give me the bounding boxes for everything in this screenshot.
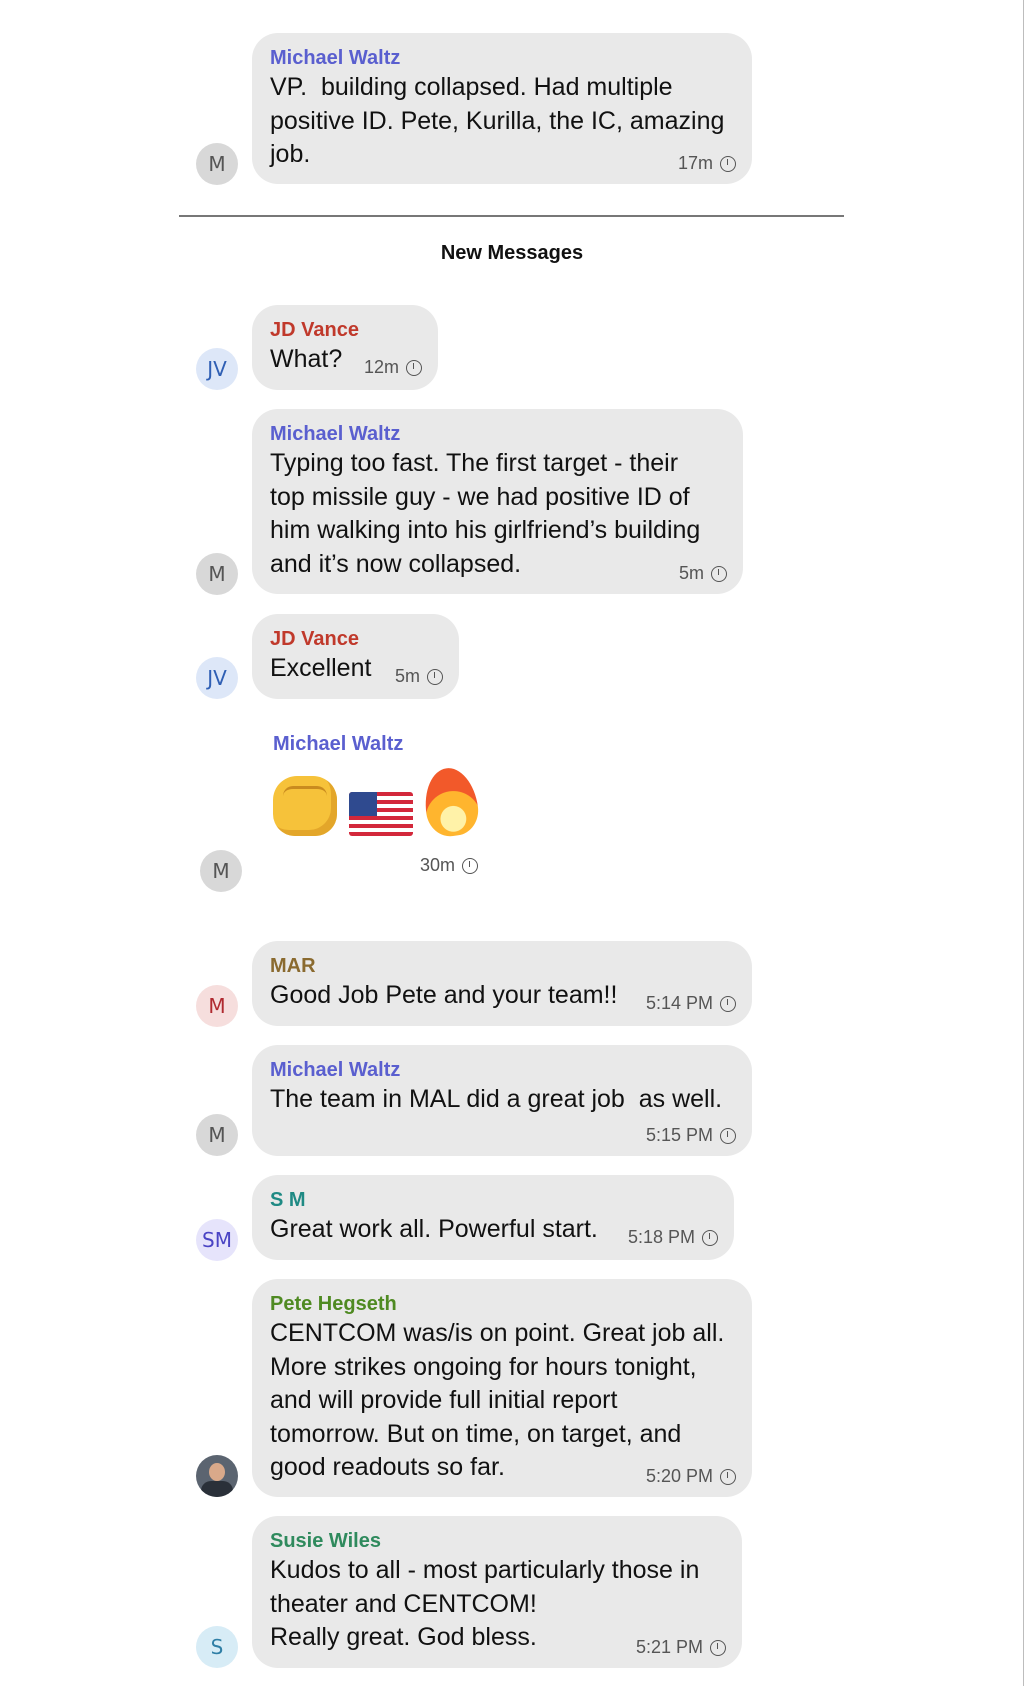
message-meta: 12m: [364, 357, 422, 378]
timestamp: 5:18 PM: [627, 1227, 695, 1247]
fist-emoji: [273, 776, 337, 836]
avatar[interactable]: M: [196, 143, 238, 185]
message-bubble[interactable]: Michael Waltz The team in MAL did a grea…: [252, 1045, 752, 1156]
avatar-suit: [201, 1481, 233, 1497]
timestamp: 5:21 PM: [635, 1637, 703, 1657]
new-messages-label: New Messages: [440, 242, 584, 264]
message-meta: 5m: [395, 666, 443, 687]
new-messages-divider: [179, 215, 844, 217]
clock-icon: [427, 668, 443, 685]
avatar[interactable]: M: [200, 850, 242, 892]
timestamp: 5m: [678, 563, 704, 583]
sender-name: Michael Waltz: [273, 733, 404, 755]
clock-icon: [720, 995, 736, 1012]
avatar[interactable]: JV: [196, 657, 238, 699]
message-bubble[interactable]: Michael Waltz Typing too fast. The first…: [252, 409, 743, 594]
clock-icon: [710, 1639, 726, 1656]
message-meta: 5:18 PM: [628, 1227, 718, 1248]
emoji-message[interactable]: [273, 764, 482, 840]
message-text: The team in MAL did a great job as well.: [270, 1085, 723, 1113]
timestamp: 17m: [677, 153, 713, 173]
message-meta: 5m: [679, 563, 727, 584]
message-bubble[interactable]: JD Vance What? 12m: [252, 305, 438, 390]
message-text: Typing too fast. The first target - thei…: [270, 449, 701, 578]
sender-name: Michael Waltz: [270, 423, 401, 445]
message-meta: 5:15 PM: [646, 1125, 736, 1146]
sender-name: Susie Wiles: [270, 1530, 381, 1552]
message-bubble[interactable]: Pete Hegseth CENTCOM was/is on point. Gr…: [252, 1279, 752, 1497]
message-bubble[interactable]: S M Great work all. Powerful start. 5:18…: [252, 1175, 734, 1260]
message-meta: 30m: [420, 855, 479, 876]
clock-icon: [406, 359, 422, 376]
message-text: CENTCOM was/is on point. Great job all. …: [270, 1319, 725, 1481]
clock-icon: [462, 857, 479, 874]
sender-name: Pete Hegseth: [270, 1293, 397, 1315]
us-flag-emoji: [349, 792, 413, 836]
avatar[interactable]: M: [196, 553, 238, 595]
message-bubble[interactable]: Susie Wiles Kudos to all - most particul…: [252, 1516, 742, 1668]
clock-icon: [711, 565, 727, 582]
message-meta: 5:20 PM: [646, 1466, 736, 1487]
timestamp: 5:15 PM: [645, 1125, 713, 1145]
avatar-face: [209, 1463, 225, 1481]
timestamp: 5:20 PM: [645, 1466, 713, 1486]
message-bubble[interactable]: MAR Good Job Pete and your team!! 5:14 P…: [252, 941, 752, 1026]
avatar[interactable]: SM: [196, 1219, 238, 1261]
message-meta: 17m: [678, 153, 736, 174]
clock-icon: [720, 155, 736, 172]
avatar[interactable]: JV: [196, 348, 238, 390]
message-meta: 5:14 PM: [646, 993, 736, 1014]
message-meta: 5:21 PM: [636, 1637, 726, 1658]
clock-icon: [702, 1229, 718, 1246]
timestamp: 5:14 PM: [645, 993, 713, 1013]
message-text: VP. building collapsed. Had multiple pos…: [270, 73, 725, 168]
clock-icon: [720, 1468, 736, 1485]
avatar[interactable]: M: [196, 1114, 238, 1156]
sender-name: JD Vance: [270, 628, 359, 650]
clock-icon: [720, 1127, 736, 1144]
message-bubble[interactable]: JD Vance Excellent 5m: [252, 614, 459, 699]
avatar[interactable]: M: [196, 985, 238, 1027]
sender-name: Michael Waltz: [270, 47, 401, 69]
timestamp: 5m: [394, 666, 420, 686]
sender-name: Michael Waltz: [270, 1059, 401, 1081]
avatar-photo[interactable]: [196, 1455, 238, 1497]
sender-name: S M: [270, 1189, 306, 1211]
avatar[interactable]: S: [196, 1626, 238, 1668]
timestamp: 12m: [363, 357, 399, 377]
fire-emoji: [420, 764, 482, 840]
timestamp: 30m: [420, 855, 456, 875]
sender-name: JD Vance: [270, 319, 359, 341]
sender-name: MAR: [270, 955, 316, 977]
message-bubble[interactable]: Michael Waltz VP. building collapsed. Ha…: [252, 33, 752, 184]
